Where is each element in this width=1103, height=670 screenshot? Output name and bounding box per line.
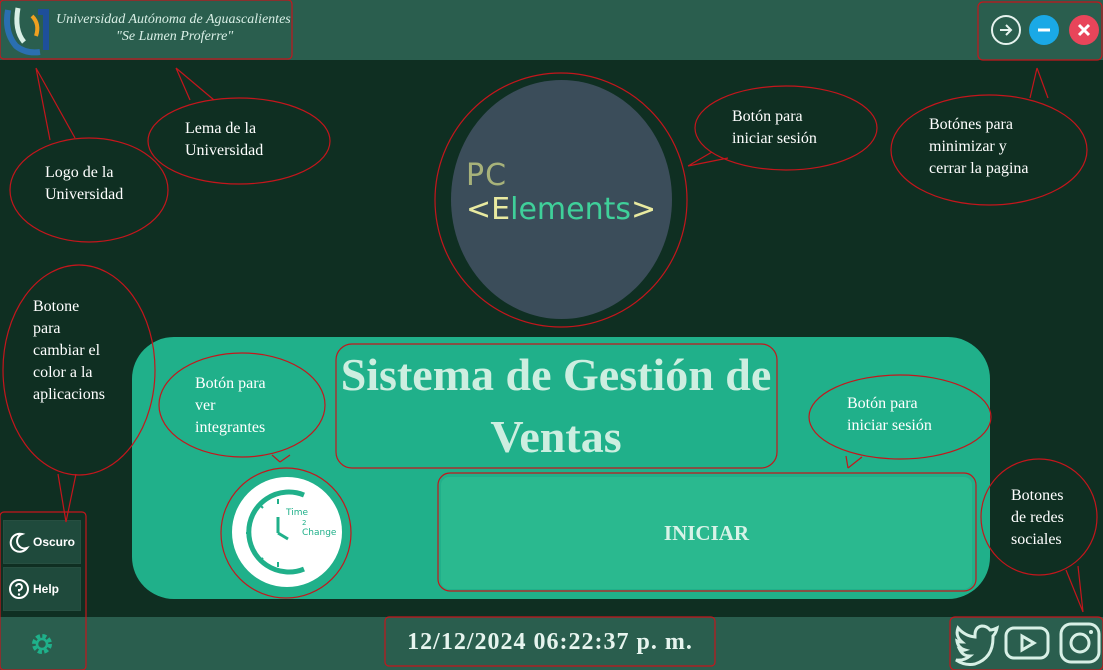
logo-line-pc: PC xyxy=(466,158,508,193)
help-label: Help xyxy=(33,582,60,596)
dark-mode-button[interactable]: Oscuro xyxy=(3,520,81,564)
pc-elements-login-button[interactable]: PC <Elements> xyxy=(451,80,672,319)
annotation-motto: Lema de la Universidad xyxy=(185,118,263,162)
annotation-tail-social xyxy=(1065,565,1084,613)
minimize-button[interactable] xyxy=(1029,15,1059,45)
gear-icon[interactable] xyxy=(28,630,56,658)
annotation-login-card-line2: iniciar sesión xyxy=(847,417,932,434)
annotation-window-buttons: Botónes para minimizar y cerrar la pagin… xyxy=(929,114,1028,180)
annotation-color-buttons-line5: aplicacions xyxy=(33,386,105,403)
annotation-color-buttons-line4: color a la xyxy=(33,364,93,381)
close-button[interactable] xyxy=(1069,15,1099,45)
arrow-button[interactable] xyxy=(991,15,1021,45)
instagram-icon[interactable] xyxy=(1057,620,1103,666)
annotation-login-card-line1: Botón para xyxy=(847,395,918,412)
close-icon xyxy=(1077,23,1091,37)
annotation-logo: Logo de la Universidad xyxy=(45,162,123,206)
annotation-members: Botón para ver integrantes xyxy=(195,373,266,439)
logo-bracket-close: > xyxy=(631,192,657,227)
annotation-motto-line2: Universidad xyxy=(185,142,264,159)
annotation-color-buttons: Botone para cambiar el color a la aplica… xyxy=(33,296,105,406)
annotation-tail-motto xyxy=(175,67,215,101)
clock-icon: Time 2 Change xyxy=(246,489,337,575)
annotation-window-buttons-line3: cerrar la pagina xyxy=(929,160,1029,177)
annotation-members-line3: integrantes xyxy=(195,419,266,436)
annotation-color-buttons-line1: Botone xyxy=(33,298,80,315)
logo-letter-e: E xyxy=(491,192,511,227)
start-button[interactable]: INICIAR xyxy=(441,477,972,589)
university-motto: "Se Lumen Proferre" xyxy=(116,29,234,44)
annotation-logo-line2: Universidad xyxy=(45,186,124,203)
dark-mode-label: Oscuro xyxy=(33,535,76,549)
annotation-social-line3: sociales xyxy=(1011,531,1062,548)
minimize-icon xyxy=(1038,28,1050,32)
logo-bracket-open: < xyxy=(466,192,492,227)
annotation-color-buttons-line3: cambiar el xyxy=(33,342,101,359)
annotation-window-buttons-line1: Botónes para xyxy=(929,116,1013,133)
moon-icon xyxy=(9,532,30,553)
annotation-color-buttons-line2: para xyxy=(33,320,61,337)
annotation-tail-login-top xyxy=(687,151,729,167)
clock-text-time: Time xyxy=(285,508,308,518)
annotation-members-line1: Botón para xyxy=(195,375,266,392)
annotation-social: Botones de redes sociales xyxy=(1011,485,1064,551)
annotation-social-line1: Botones xyxy=(1011,487,1064,504)
annotation-motto-line1: Lema de la xyxy=(185,120,257,137)
university-name: Universidad Autónoma de Aguascalientes xyxy=(56,12,291,27)
clock-text-num: 2 xyxy=(302,519,306,527)
annotation-login-top: Botón para iniciar sesión xyxy=(732,106,817,150)
youtube-icon[interactable] xyxy=(1003,620,1051,666)
annotation-login-card: Botón para iniciar sesión xyxy=(847,393,932,437)
annotation-social-line2: de redes xyxy=(1011,509,1064,526)
annotation-logo-line1: Logo de la xyxy=(45,164,114,181)
annotation-members-line2: ver xyxy=(195,397,216,414)
logo-word-lements: lements xyxy=(510,192,631,227)
help-button[interactable]: Help xyxy=(3,567,81,611)
logo-line-elements: <Elements> xyxy=(466,192,656,227)
twitter-icon[interactable] xyxy=(953,620,1001,666)
team-members-button[interactable]: Time 2 Change xyxy=(232,477,342,587)
annotation-tail-window-buttons xyxy=(1029,67,1049,99)
datetime-display: 12/12/2024 06:22:37 p. m. xyxy=(407,629,693,655)
annotation-login-top-line1: Botón para xyxy=(732,108,803,125)
annotation-tail-color-buttons xyxy=(57,473,77,523)
annotation-tail-logo xyxy=(35,67,76,141)
help-icon xyxy=(9,579,29,599)
annotation-window-buttons-line2: minimizar y xyxy=(929,138,1007,155)
university-logo-icon xyxy=(4,7,49,56)
arrow-right-icon xyxy=(1000,24,1013,36)
clock-text-change: Change xyxy=(302,528,337,538)
annotation-login-top-line2: iniciar sesión xyxy=(732,130,817,147)
page-title: Sistema de Gestión de Ventas xyxy=(340,349,772,462)
